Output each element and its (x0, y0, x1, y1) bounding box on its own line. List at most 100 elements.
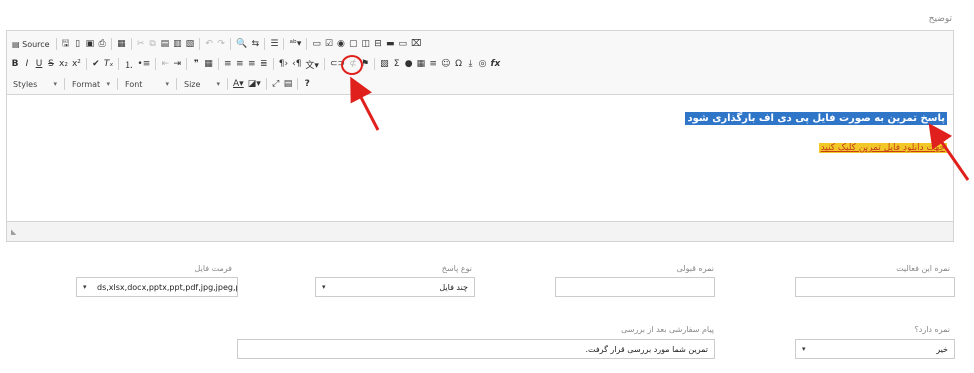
toolbar-separator (176, 78, 177, 90)
annotation-circle (341, 55, 363, 75)
textfield-icon[interactable]: ▢ (347, 36, 360, 52)
subscript-icon[interactable]: x₂ (57, 56, 70, 72)
smiley-icon[interactable]: ☺ (439, 56, 452, 72)
description-label: توضیح (928, 14, 952, 24)
answer-type-select[interactable]: چند فایل ▾ (315, 277, 475, 297)
div-icon[interactable]: ▦ (202, 56, 215, 72)
image-button-icon[interactable]: ▭ (397, 36, 410, 52)
ltr-icon[interactable]: ¶› (277, 56, 290, 72)
has-score-select[interactable]: خیر ▾ (795, 339, 955, 359)
toolbar-separator (217, 58, 219, 70)
bg-color-icon[interactable]: ◪▾ (246, 76, 263, 92)
justify-icon[interactable]: ≣ (258, 56, 270, 72)
radio-icon[interactable]: ◉ (335, 36, 347, 52)
numbered-list-icon[interactable]: ⒈ (122, 56, 135, 72)
maximize-icon[interactable]: ⤢ (270, 76, 282, 92)
remove-format-icon[interactable]: Tₓ (102, 56, 116, 72)
find-icon[interactable]: 🔍 (234, 36, 249, 52)
button-icon[interactable]: ▬ (384, 36, 397, 52)
preview-icon[interactable]: ▣ (84, 36, 97, 52)
font-combo[interactable]: Font ▾ (121, 77, 173, 91)
show-blocks-icon[interactable]: ▤ (282, 76, 295, 92)
copy-icon[interactable]: ⧉ (147, 36, 159, 52)
pass-score-input[interactable] (555, 277, 715, 297)
align-left-icon[interactable]: ≡ (222, 56, 234, 72)
select-all-icon[interactable]: ☰ (268, 36, 280, 52)
format-combo[interactable]: Format ▾ (68, 77, 114, 91)
has-score-label: نمره دارد؟ (914, 325, 950, 334)
page-break-icon[interactable]: ⤓ (465, 56, 477, 72)
rtl-icon[interactable]: ‹¶ (290, 56, 303, 72)
align-right-icon[interactable]: ≡ (246, 56, 258, 72)
bulleted-list-icon[interactable]: •≡ (135, 56, 152, 72)
hr-icon[interactable]: ≡ (427, 56, 439, 72)
checkbox-icon[interactable]: ☑ (323, 36, 335, 52)
outdent-icon[interactable]: ⇤ (159, 56, 171, 72)
align-center-icon[interactable]: ≡ (234, 56, 246, 72)
rich-text-editor: ▤ Source 🖫 ▯ ▣ ⎙ ▦ ✂ ⧉ ▤ ▥ ▧ ↶ ↷ 🔍 ⇆ ☰ ᵃ… (6, 30, 954, 242)
flash-icon[interactable]: ● (403, 56, 415, 72)
templates-icon[interactable]: ▦ (115, 36, 128, 52)
selected-text-line: پاسخ تمرین به صورت فایل پی دی اف بارگذار… (685, 112, 947, 125)
file-format-value: ds,xlsx,docx,pptx,ppt,pdf,jpg,jpeg,png,g… (97, 282, 237, 292)
toolbar-separator (199, 38, 201, 50)
bold-icon[interactable]: B (9, 56, 21, 72)
copy-format-icon[interactable]: ✔ (90, 56, 102, 72)
math-icon[interactable]: Σ (391, 56, 403, 72)
answer-type-label: نوع پاسخ (441, 264, 472, 273)
toolbar-separator (155, 58, 157, 70)
spellcheck-icon[interactable]: ᵃᵇ▾ (287, 36, 303, 52)
chevron-down-icon: ▾ (106, 80, 110, 88)
print-icon[interactable]: ⎙ (96, 36, 108, 52)
paste-text-icon[interactable]: ▥ (171, 36, 184, 52)
save-icon[interactable]: 🖫 (60, 36, 72, 52)
iframe-icon[interactable]: ◎ (477, 56, 489, 72)
source-icon: ▤ (12, 39, 20, 49)
undo-icon[interactable]: ↶ (203, 36, 215, 52)
custom-message-input[interactable]: تمرین شما مورد بررسی قرار گرفت. (237, 339, 715, 359)
replace-icon[interactable]: ⇆ (249, 36, 261, 52)
resize-handle-icon[interactable]: ◣ (11, 228, 16, 236)
toolbar-separator (227, 78, 228, 90)
cut-icon[interactable]: ✂ (135, 36, 147, 52)
textarea-icon[interactable]: ◫ (359, 36, 372, 52)
special-char-icon[interactable]: Ω (453, 56, 465, 72)
size-combo[interactable]: Size ▾ (180, 77, 224, 91)
custom-message-label: پیام سفارشی بعد از بررسی (621, 325, 714, 334)
chevron-down-icon: ▾ (216, 80, 220, 88)
select-icon[interactable]: ⊟ (372, 36, 384, 52)
underline-icon[interactable]: U (33, 56, 45, 72)
editor-content-area[interactable]: پاسخ تمرین به صورت فایل پی دی اف بارگذار… (7, 95, 953, 222)
paste-icon[interactable]: ▤ (159, 36, 172, 52)
hidden-field-icon[interactable]: ⌧ (409, 36, 423, 52)
toolbar-row-3: Styles ▾ Format ▾ Font ▾ Size ▾ A▾ ◪▾ ⤢ ▤ ? (9, 75, 313, 93)
formula-icon[interactable]: fx (489, 56, 503, 72)
chevron-down-icon: ▾ (802, 345, 806, 353)
table-icon[interactable]: ▦ (415, 56, 428, 72)
superscript-icon[interactable]: x² (70, 56, 83, 72)
paste-word-icon[interactable]: ▧ (184, 36, 197, 52)
language-icon[interactable]: 文▾ (303, 56, 321, 72)
redo-icon[interactable]: ↷ (215, 36, 227, 52)
image-icon[interactable]: ▨ (378, 56, 391, 72)
blockquote-icon[interactable]: ❞ (190, 56, 202, 72)
download-link-text[interactable]: جهت دانلود فایل تمرین کلیک کنید (818, 143, 947, 153)
source-button[interactable]: ▤ Source (9, 36, 53, 52)
toolbar-separator (374, 58, 376, 70)
strike-icon[interactable]: S (45, 56, 57, 72)
italic-icon[interactable]: I (21, 56, 33, 72)
styles-combo[interactable]: Styles ▾ (9, 77, 61, 91)
toolbar-separator (283, 38, 285, 50)
activity-score-input[interactable] (795, 277, 955, 297)
text-color-icon[interactable]: A▾ (231, 76, 246, 92)
toolbar-row-2: B I U S x₂ x² ✔ Tₓ ⒈ •≡ ⇤ ⇥ ❞ ▦ ≡ ≡ ≡ ≣ … (9, 55, 502, 73)
toolbar-separator (323, 58, 325, 70)
answer-type-value: چند فایل (439, 282, 468, 292)
file-format-select[interactable]: ▾ ds,xlsx,docx,pptx,ppt,pdf,jpg,jpeg,png… (76, 277, 238, 297)
new-page-icon[interactable]: ▯ (72, 36, 84, 52)
about-icon[interactable]: ? (301, 76, 313, 92)
toolbar-separator (118, 58, 120, 70)
size-label: Size (184, 79, 201, 89)
form-icon[interactable]: ▭ (310, 36, 323, 52)
indent-icon[interactable]: ⇥ (171, 56, 183, 72)
